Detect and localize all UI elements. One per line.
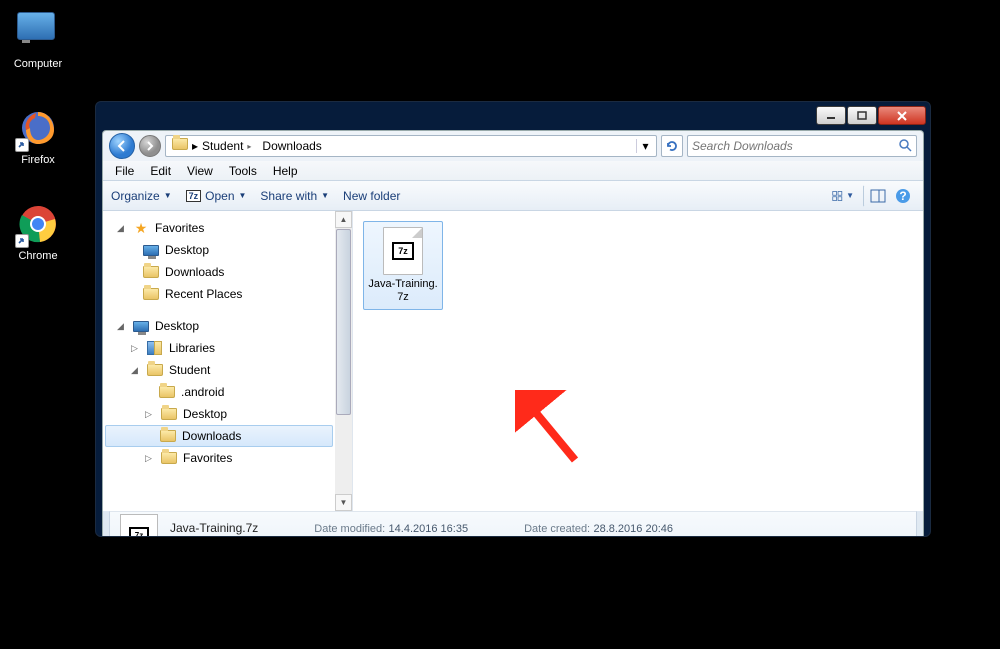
file-list[interactable]: 7z Java-Training.7z	[353, 211, 923, 511]
menu-view[interactable]: View	[179, 164, 221, 178]
breadcrumb[interactable]: ▸ Student▸ Downloads ▾	[165, 135, 657, 157]
minimize-button[interactable]	[816, 106, 846, 125]
menu-file[interactable]: File	[107, 164, 142, 178]
nav-item-recent-places[interactable]: Recent Places	[103, 283, 335, 305]
desktop: Computer Firefox Chrome	[0, 0, 76, 268]
file-item[interactable]: 7z Java-Training.7z	[363, 221, 443, 310]
file-label: Java-Training.7z	[367, 278, 439, 304]
star-icon: ★	[133, 220, 149, 236]
details-modified-value: 14.4.2016 16:35	[389, 523, 469, 535]
search-box[interactable]	[687, 135, 917, 157]
expand-icon: ▷	[145, 409, 155, 420]
7z-icon: 7z	[129, 527, 149, 537]
desktop-icon-label: Chrome	[0, 250, 76, 262]
breadcrumb-item[interactable]: Student▸	[198, 136, 258, 156]
close-button[interactable]	[878, 106, 926, 125]
collapse-icon: ◢	[117, 223, 127, 234]
shortcut-arrow-icon	[15, 138, 29, 152]
collapse-icon: ◢	[131, 365, 141, 376]
desktop-icon	[143, 242, 159, 258]
help-button[interactable]: ?	[891, 185, 915, 207]
chrome-icon	[17, 204, 59, 246]
organize-button[interactable]: Organize ▼	[111, 189, 172, 203]
svg-text:?: ?	[899, 189, 906, 203]
firefox-icon	[17, 108, 59, 150]
folder-icon	[172, 138, 188, 154]
folder-icon	[161, 406, 177, 422]
nav-favorites[interactable]: ◢★Favorites	[103, 217, 335, 239]
search-input[interactable]	[692, 139, 898, 153]
desktop-icon-firefox[interactable]: Firefox	[0, 102, 76, 172]
nav-item-student-downloads[interactable]: Downloads	[105, 425, 333, 447]
breadcrumb-item[interactable]: Downloads	[258, 136, 328, 156]
desktop-icon-computer[interactable]: Computer	[0, 6, 76, 76]
nav-desktop[interactable]: ◢Desktop	[103, 315, 335, 337]
new-folder-button[interactable]: New folder	[343, 189, 400, 203]
refresh-button[interactable]	[661, 135, 683, 157]
folder-icon	[161, 450, 177, 466]
menu-help[interactable]: Help	[265, 164, 306, 178]
dropdown-arrow-icon: ▼	[239, 191, 247, 200]
address-bar: ▸ Student▸ Downloads ▾	[103, 131, 923, 161]
scrollbar[interactable]: ▲ ▼	[335, 211, 352, 511]
nav-item-student-desktop[interactable]: ▷Desktop	[103, 403, 335, 425]
preview-pane-button[interactable]	[863, 185, 887, 207]
7z-icon: 7z	[392, 242, 414, 260]
nav-item-android[interactable]: .android	[103, 381, 335, 403]
scrollbar-track[interactable]	[335, 228, 352, 494]
7z-icon: 7z	[186, 190, 202, 202]
back-button[interactable]	[109, 133, 135, 159]
scroll-down-button[interactable]: ▼	[335, 494, 352, 511]
folder-icon	[147, 362, 163, 378]
nav-item-desktop[interactable]: Desktop	[103, 239, 335, 261]
details-created-label: Date created:	[524, 523, 590, 535]
search-icon	[898, 138, 912, 155]
nav-item-student-favorites[interactable]: ▷Favorites	[103, 447, 335, 469]
dropdown-arrow-icon: ▼	[321, 191, 329, 200]
expand-icon: ▷	[145, 453, 155, 464]
dropdown-arrow-icon: ▼	[846, 191, 854, 200]
details-pane: 7z Java-Training.7z Date modified: 14.4.…	[109, 511, 917, 537]
share-with-button[interactable]: Share with ▼	[260, 189, 329, 203]
nav-item-libraries[interactable]: ▷Libraries	[103, 337, 335, 359]
folder-icon	[159, 384, 175, 400]
desktop-icon-label: Computer	[0, 58, 76, 70]
open-button[interactable]: 7z Open ▼	[186, 189, 247, 203]
explorer-window: ▸ Student▸ Downloads ▾ File Edit View To…	[95, 101, 931, 537]
computer-icon	[17, 12, 59, 54]
navigation-pane: ◢★Favorites Desktop Downloads Recent Pla…	[103, 211, 353, 511]
folder-icon	[143, 264, 159, 280]
details-filename: Java-Training.7z	[170, 521, 258, 535]
collapse-icon: ◢	[117, 321, 127, 332]
file-icon: 7z	[120, 514, 158, 537]
chevron-right-icon: ▸	[247, 142, 251, 151]
dropdown-arrow-icon: ▼	[164, 191, 172, 200]
libraries-icon	[147, 340, 163, 356]
titlebar	[96, 102, 930, 130]
desktop-icon-label: Firefox	[0, 154, 76, 166]
desktop-icon-chrome[interactable]: Chrome	[0, 198, 76, 268]
scrollbar-thumb[interactable]	[336, 229, 351, 415]
expand-icon: ▷	[131, 343, 141, 354]
menubar: File Edit View Tools Help	[103, 161, 923, 181]
forward-button[interactable]	[139, 135, 161, 157]
breadcrumb-dropdown[interactable]: ▾	[636, 139, 654, 153]
nav-item-student[interactable]: ◢Student	[103, 359, 335, 381]
folder-icon	[160, 428, 176, 444]
details-created-value: 28.8.2016 20:46	[593, 523, 673, 535]
menu-tools[interactable]: Tools	[221, 164, 265, 178]
nav-item-downloads[interactable]: Downloads	[103, 261, 335, 283]
folder-icon	[143, 286, 159, 302]
scroll-up-button[interactable]: ▲	[335, 211, 352, 228]
desktop-icon	[133, 318, 149, 334]
menu-edit[interactable]: Edit	[142, 164, 179, 178]
details-modified-label: Date modified:	[314, 523, 385, 535]
maximize-button[interactable]	[847, 106, 877, 125]
file-icon: 7z	[383, 227, 423, 275]
toolbar: Organize ▼ 7z Open ▼ Share with ▼ New fo…	[103, 181, 923, 211]
change-view-button[interactable]: ▼	[831, 185, 855, 207]
shortcut-arrow-icon	[15, 234, 29, 248]
